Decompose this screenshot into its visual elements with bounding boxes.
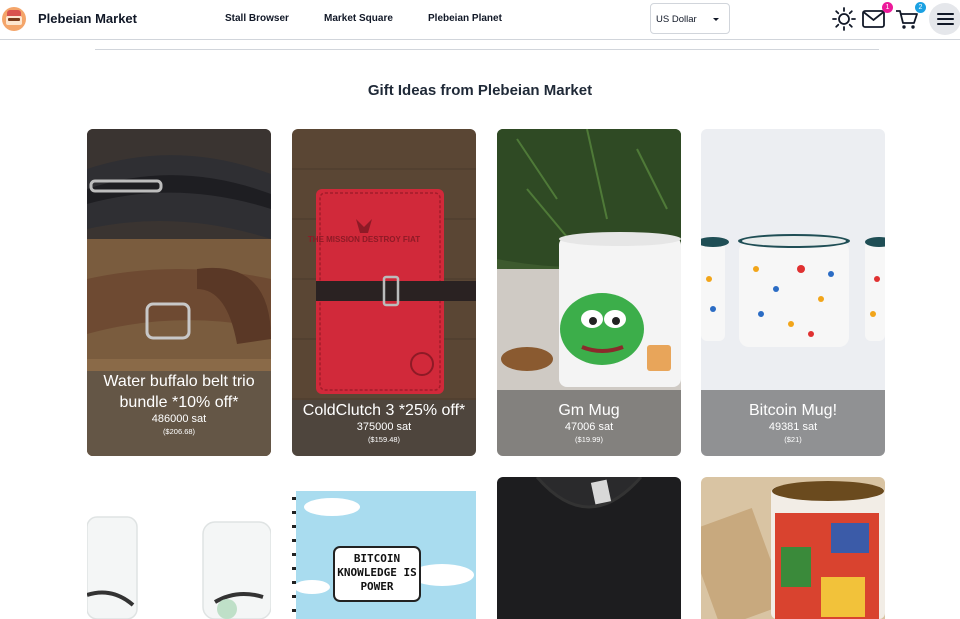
product-card[interactable]: Water buffalo belt trio bundle *10% off*… <box>87 129 271 456</box>
logo[interactable] <box>2 7 26 31</box>
product-info: Gm Mug 47006 sat ($19.99) <box>497 390 681 456</box>
product-name: ColdClutch 3 *25% off* <box>302 402 466 419</box>
product-card[interactable]: Bitcoin Mug! 49381 sat ($21) <box>701 129 885 456</box>
brand-name[interactable]: Plebeian Market <box>38 11 137 26</box>
product-image <box>87 477 271 619</box>
product-price-sat: 486000 sat <box>151 413 207 425</box>
theme-toggle-button[interactable] <box>831 6 857 32</box>
product-image <box>701 477 885 619</box>
product-price-usd: ($19.99) <box>575 435 603 444</box>
sun-icon <box>832 7 856 31</box>
product-price-sat: 49381 sat <box>768 421 818 433</box>
menu-icon <box>937 13 954 25</box>
section-title: Gift Ideas from Plebeian Market <box>367 82 593 99</box>
product-info: ColdClutch 3 *25% off* 375000 sat ($159.… <box>292 400 476 456</box>
menu-button[interactable] <box>929 3 960 35</box>
product-info: Bitcoin Mug! 49381 sat ($21) <box>701 390 885 456</box>
product-price-usd: ($21) <box>784 435 802 444</box>
product-image <box>292 477 476 619</box>
product-name: Bitcoin Mug! <box>748 402 838 419</box>
image-caption: BITCOIN KNOWLEDGE IS POWER <box>337 552 417 593</box>
product-card[interactable]: Gm Mug 47006 sat ($19.99) <box>497 129 681 456</box>
product-price-sat: 47006 sat <box>564 421 614 433</box>
messages-button[interactable]: 1 <box>861 2 893 32</box>
nav-market-square[interactable]: Market Square <box>324 13 393 24</box>
product-card[interactable]: THE MISSION DESTROY FIAT ColdClutch 3 *2… <box>292 129 476 456</box>
product-info: Water buffalo belt trio bundle *10% off*… <box>87 371 271 456</box>
chevron-down-icon <box>713 18 719 21</box>
currency-select[interactable]: US Dollar <box>650 3 730 34</box>
product-price-sat: 375000 sat <box>356 421 412 433</box>
nav-stall-browser[interactable]: Stall Browser <box>225 13 289 24</box>
wallet-emboss-text: THE MISSION DESTROY FIAT <box>308 235 420 244</box>
nav-plebeian-planet[interactable]: Plebeian Planet <box>428 13 502 24</box>
product-card[interactable] <box>497 477 681 619</box>
product-card[interactable] <box>701 477 885 619</box>
product-image <box>497 477 681 619</box>
product-card[interactable]: BITCOIN KNOWLEDGE IS POWER <box>292 477 476 619</box>
divider <box>95 49 879 50</box>
cart-badge: 2 <box>915 2 926 13</box>
currency-value: US Dollar <box>656 14 697 25</box>
cart-button[interactable]: 2 <box>894 2 926 32</box>
product-name: Water buffalo belt trio bundle *10% off* <box>103 373 255 411</box>
product-name: Gm Mug <box>558 402 620 419</box>
top-navbar: Plebeian Market Stall Browser Market Squ… <box>0 0 960 40</box>
messages-badge: 1 <box>882 2 893 13</box>
product-price-usd: ($159.48) <box>367 435 401 444</box>
product-card[interactable] <box>87 477 271 619</box>
product-price-usd: ($206.68) <box>162 427 196 436</box>
